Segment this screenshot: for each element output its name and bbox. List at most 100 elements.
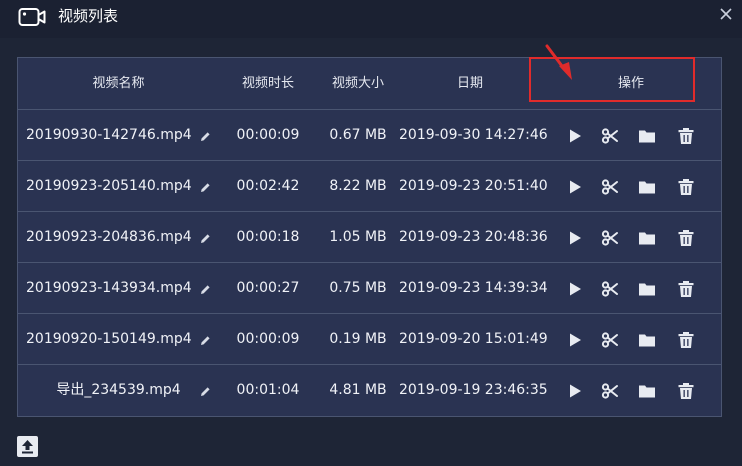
pencil-svg: [201, 234, 210, 243]
delete-button[interactable]: [677, 178, 695, 196]
open-folder-button[interactable]: [638, 178, 656, 196]
video-name: 20190920-150149.mp4: [26, 331, 192, 347]
video-size: 0.75 MB: [329, 280, 387, 296]
video-size: 0.67 MB: [329, 127, 387, 143]
folder-icon: [639, 283, 655, 296]
trash-icon: [678, 383, 694, 399]
open-folder-button[interactable]: [638, 127, 656, 145]
scissors-icon: [601, 332, 618, 348]
title-bar: 视频列表: [0, 0, 742, 38]
video-date: 2019-09-23 14:39:34: [399, 280, 548, 296]
cut-button[interactable]: [601, 331, 619, 349]
pencil-icon[interactable]: [199, 179, 211, 192]
trash-icon: [678, 332, 694, 348]
arrow-annotation: [545, 44, 572, 80]
video-date: 2019-09-19 23:46:35: [399, 382, 548, 398]
cut-button[interactable]: [601, 229, 619, 247]
table-row[interactable]: 20190930-142746.mp4 00:00:09 0.67 MB 2019-0…: [18, 110, 721, 161]
video-date: 2019-09-30 14:27:46: [399, 127, 548, 143]
play-button[interactable]: [566, 229, 584, 247]
video-name: 导出_234539.mp4: [56, 382, 181, 398]
delete-button[interactable]: [677, 280, 695, 298]
play-button[interactable]: [566, 331, 584, 349]
video-list-table: 视频名称 视频时长 视频大小 日期 操作 20190930-142746.mp4…: [17, 57, 722, 417]
folder-icon: [639, 181, 655, 194]
video-date: 2019-09-20 15:01:49: [399, 331, 548, 347]
pencil-icon[interactable]: [199, 281, 211, 294]
pencil-icon[interactable]: [199, 332, 211, 345]
window-title: 视频列表: [58, 7, 119, 25]
video-duration: 00:02:42: [236, 178, 300, 194]
pencil-svg: [201, 183, 210, 192]
open-folder-button[interactable]: [638, 229, 656, 247]
video-duration: 00:01:04: [236, 382, 300, 398]
play-icon: [570, 180, 581, 194]
video-date: 2019-09-23 20:48:36: [399, 229, 548, 245]
cut-button[interactable]: [601, 280, 619, 298]
video-size: 0.19 MB: [329, 331, 387, 347]
scissors-icon: [601, 281, 618, 297]
delete-button[interactable]: [677, 127, 695, 145]
open-folder-button[interactable]: [638, 382, 656, 400]
table-row[interactable]: 20190923-204836.mp4 00:00:18 1.05 MB 2019-0…: [18, 212, 721, 263]
folder-icon: [639, 385, 655, 398]
pencil-icon[interactable]: [199, 128, 211, 141]
play-button[interactable]: [566, 382, 584, 400]
scissors-icon: [601, 383, 618, 399]
upload-button[interactable]: [17, 436, 38, 457]
pencil-svg: [201, 132, 210, 141]
pencil-icon[interactable]: [199, 230, 211, 243]
folder-icon: [639, 232, 655, 245]
play-button[interactable]: [566, 127, 584, 145]
pencil-svg: [201, 285, 210, 294]
video-duration: 00:00:09: [236, 331, 300, 347]
video-duration: 00:00:18: [236, 229, 300, 245]
video-duration: 00:00:27: [236, 280, 300, 296]
play-button[interactable]: [566, 280, 584, 298]
trash-icon: [678, 128, 694, 144]
pencil-svg: [201, 336, 210, 345]
table-row[interactable]: 20190923-143934.mp4 00:00:27 0.75 MB 2019-0…: [18, 263, 721, 314]
trash-icon: [678, 230, 694, 246]
scissors-icon: [601, 128, 618, 144]
cut-button[interactable]: [601, 127, 619, 145]
video-size: 4.81 MB: [329, 382, 387, 398]
video-name: 20190930-142746.mp4: [26, 127, 192, 143]
scissors-icon: [601, 179, 618, 195]
open-folder-button[interactable]: [638, 331, 656, 349]
header-date: 日期: [456, 76, 483, 91]
delete-button[interactable]: [677, 382, 695, 400]
close-icon[interactable]: [718, 6, 734, 22]
table-row[interactable]: 导出_234539.mp4 00:01:04 4.81 MB 2019-09-19 2…: [18, 365, 721, 416]
video-date: 2019-09-23 20:51:40: [399, 178, 548, 194]
scissors-icon: [601, 230, 618, 246]
table-row[interactable]: 20190923-205140.mp4 00:02:42 8.22 MB 2019-0…: [18, 161, 721, 212]
upload-icon: [22, 440, 33, 454]
pencil-icon[interactable]: [199, 383, 211, 396]
video-name: 20190923-143934.mp4: [26, 280, 192, 296]
video-camera-icon: [18, 8, 46, 26]
video-size: 1.05 MB: [329, 229, 387, 245]
header-size: 视频大小: [331, 76, 384, 91]
folder-icon: [639, 130, 655, 143]
table-row[interactable]: 20190920-150149.mp4 00:00:09 0.19 MB 2019-0…: [18, 314, 721, 365]
play-icon: [570, 282, 581, 296]
delete-button[interactable]: [677, 229, 695, 247]
open-folder-button[interactable]: [638, 280, 656, 298]
folder-icon: [639, 334, 655, 347]
play-icon: [570, 384, 581, 398]
cut-button[interactable]: [601, 178, 619, 196]
header-name: 视频名称: [92, 76, 145, 91]
play-icon: [570, 129, 581, 143]
play-button[interactable]: [566, 178, 584, 196]
cut-button[interactable]: [601, 382, 619, 400]
video-name: 20190923-205140.mp4: [26, 178, 192, 194]
video-size: 8.22 MB: [329, 178, 387, 194]
trash-icon: [678, 281, 694, 297]
play-icon: [570, 333, 581, 347]
video-name: 20190923-204836.mp4: [26, 229, 192, 245]
play-icon: [570, 231, 581, 245]
video-duration: 00:00:09: [236, 127, 300, 143]
delete-button[interactable]: [677, 331, 695, 349]
pencil-svg: [201, 387, 210, 396]
